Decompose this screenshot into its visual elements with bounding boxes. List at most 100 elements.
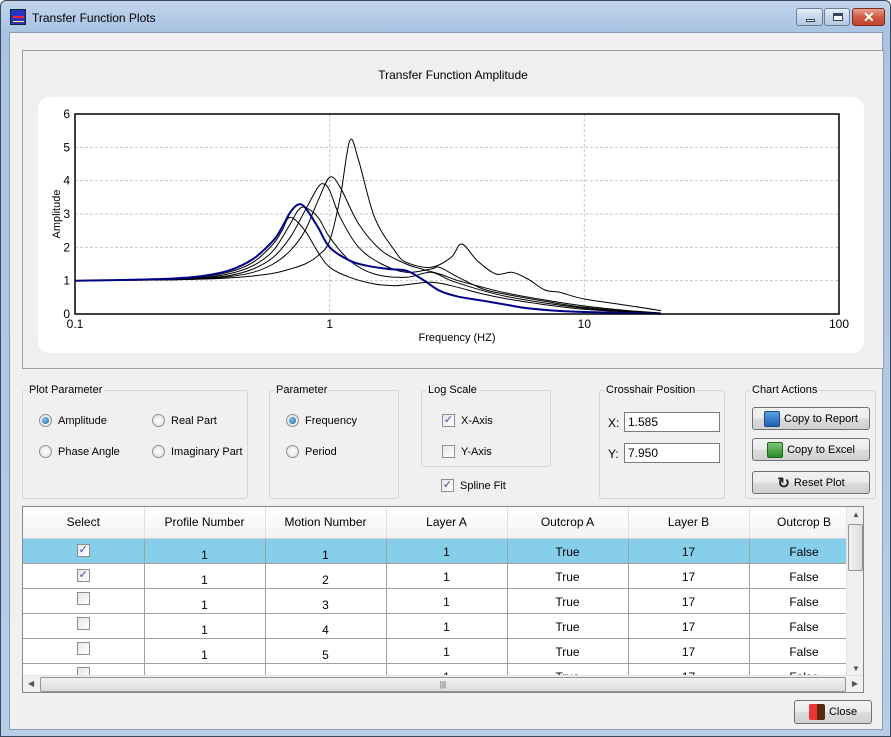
button-label: Close (828, 706, 858, 718)
outcrop-b-cell[interactable]: False (749, 638, 860, 664)
outcrop-a-cell[interactable]: True (507, 538, 629, 564)
layer-b-cell[interactable]: 17 (628, 563, 750, 589)
outcrop-a-cell[interactable]: True (507, 613, 629, 639)
radio-label: Imaginary Part (171, 445, 243, 458)
select-cell[interactable]: ✓ (23, 563, 145, 589)
column-header-outcrop-b[interactable]: Outcrop B (749, 507, 860, 539)
column-header-layer-b[interactable]: Layer B (628, 507, 750, 539)
radio-period[interactable]: Period (286, 445, 337, 458)
checkbox-x-axis[interactable]: ✓ X-Axis (442, 414, 493, 427)
table-row[interactable]: ✓ 1 1 1 True 17 False (23, 538, 860, 564)
maximize-icon (833, 13, 843, 21)
y-tick-label: 6 (63, 107, 70, 121)
column-header-layer-a[interactable]: Layer A (386, 507, 508, 539)
outcrop-b-cell[interactable]: False (749, 613, 860, 639)
copy-to-report-button[interactable]: Copy to Report (752, 407, 870, 430)
radio-frequency[interactable]: Frequency (286, 414, 357, 427)
table-row[interactable]: 1 4 1 True 17 False (23, 613, 860, 639)
outcrop-a-cell[interactable]: True (507, 588, 629, 614)
radio-selected-icon (286, 414, 299, 427)
radio-real-part[interactable]: Real Part (152, 414, 217, 427)
layer-a-cell[interactable]: 1 (386, 588, 508, 614)
column-header-motion-number[interactable]: Motion Number (265, 507, 387, 539)
copy-to-excel-button[interactable]: Copy to Excel (752, 438, 870, 461)
parameter-legend: Parameter (276, 384, 328, 396)
outcrop-a-cell[interactable]: True (507, 638, 629, 664)
motion-number-cell[interactable]: 3 (265, 588, 387, 614)
minimize-button[interactable] (796, 8, 823, 26)
select-cell[interactable]: ✓ (23, 538, 145, 564)
profile-number-cell[interactable]: 1 (144, 538, 266, 564)
outcrop-b-cell[interactable]: False (749, 563, 860, 589)
select-cell[interactable] (23, 613, 145, 639)
motion-number-cell[interactable]: 1 (265, 538, 387, 564)
layer-b-cell[interactable]: 17 (628, 638, 750, 664)
profile-motion-grid: Select Profile Number Motion Number Laye… (22, 506, 864, 693)
profile-number-cell[interactable]: 1 (144, 563, 266, 589)
y-tick-label: 5 (63, 140, 70, 154)
layer-b-cell[interactable]: 17 (628, 613, 750, 639)
row-checkbox-unchecked[interactable] (76, 591, 90, 605)
layer-b-cell[interactable]: 17 (628, 588, 750, 614)
crosshair-x-field[interactable]: 1.585 (624, 412, 720, 432)
layer-b-cell[interactable]: 17 (628, 538, 750, 564)
select-cell[interactable] (23, 638, 145, 664)
motion-number-cell[interactable]: 4 (265, 613, 387, 639)
crosshair-y-field[interactable]: 7.950 (624, 443, 720, 463)
y-tick-label: 1 (63, 274, 70, 288)
radio-phase-angle[interactable]: Phase Angle (39, 445, 120, 458)
profile-number-cell[interactable]: 1 (144, 613, 266, 639)
scroll-up-icon[interactable]: ▲ (852, 510, 860, 519)
vertical-scroll-thumb[interactable] (848, 524, 863, 571)
checkbox-label: Spline Fit (460, 479, 506, 492)
profile-number-cell[interactable]: 1 (144, 638, 266, 664)
layer-a-cell[interactable]: 1 (386, 613, 508, 639)
row-checkbox-checked[interactable]: ✓ (76, 568, 90, 582)
scroll-right-icon[interactable]: ▶ (852, 679, 858, 688)
y-tick-label: 3 (63, 207, 70, 221)
radio-imaginary-part[interactable]: Imaginary Part (152, 445, 243, 458)
crosshair-legend: Crosshair Position (606, 384, 696, 396)
table-row[interactable]: 1 5 1 True 17 False (23, 638, 860, 664)
button-label: Copy to Report (784, 412, 858, 425)
scroll-down-icon[interactable]: ▼ (852, 664, 860, 673)
vertical-scrollbar[interactable]: ▲ ▼ (846, 507, 863, 676)
title-bar[interactable]: Transfer Function Plots ✕ (1, 1, 890, 33)
close-window-button[interactable]: ✕ (852, 8, 885, 26)
row-checkbox-unchecked[interactable] (76, 616, 90, 630)
minimize-icon (806, 19, 815, 22)
motion-number-cell[interactable]: 2 (265, 563, 387, 589)
horizontal-scroll-thumb[interactable]: ||| (40, 677, 846, 692)
window-title: Transfer Function Plots (32, 11, 156, 25)
scroll-left-icon[interactable]: ◀ (28, 679, 34, 688)
column-header-select[interactable]: Select (23, 507, 145, 539)
table-row[interactable]: 1 3 1 True 17 False (23, 588, 860, 614)
outcrop-b-cell[interactable]: False (749, 588, 860, 614)
crosshair-y-label: Y: (608, 447, 619, 461)
maximize-button[interactable] (824, 8, 850, 26)
outcrop-a-cell[interactable]: True (507, 563, 629, 589)
table-row[interactable]: ✓ 1 2 1 True 17 False (23, 563, 860, 589)
layer-a-cell[interactable]: 1 (386, 638, 508, 664)
column-header-profile-number[interactable]: Profile Number (144, 507, 266, 539)
transfer-function-chart[interactable]: 01234560.1 1 10 100Frequency (HZ)Amplitude (38, 97, 864, 353)
close-button[interactable]: Close (794, 700, 872, 724)
checkbox-spline-fit[interactable]: ✓ Spline Fit (441, 479, 506, 492)
row-checkbox-unchecked[interactable] (76, 641, 90, 655)
outcrop-b-cell[interactable]: False (749, 538, 860, 564)
checkbox-checked-icon: ✓ (442, 414, 455, 427)
column-header-outcrop-a[interactable]: Outcrop A (507, 507, 629, 539)
row-checkbox-checked[interactable]: ✓ (76, 543, 90, 557)
layer-a-cell[interactable]: 1 (386, 538, 508, 564)
chart-panel[interactable]: 0 1 2 3 4 5 6 0.1 1 10 100 Frequency (HZ) Amplitude (38, 97, 864, 353)
profile-number-cell[interactable]: 1 (144, 588, 266, 614)
motion-number-cell[interactable]: 5 (265, 638, 387, 664)
select-cell[interactable] (23, 588, 145, 614)
horizontal-scrollbar[interactable]: ◀ ||| ▶ (23, 675, 863, 692)
radio-label: Period (305, 445, 337, 458)
checkbox-y-axis[interactable]: Y-Axis (442, 445, 492, 458)
client-area: Transfer Function Amplitude 0 1 2 3 4 5 6 0.1 1 1… (9, 32, 884, 730)
radio-amplitude[interactable]: Amplitude (39, 414, 107, 427)
layer-a-cell[interactable]: 1 (386, 563, 508, 589)
reset-plot-button[interactable]: ↻ Reset Plot (752, 471, 870, 494)
